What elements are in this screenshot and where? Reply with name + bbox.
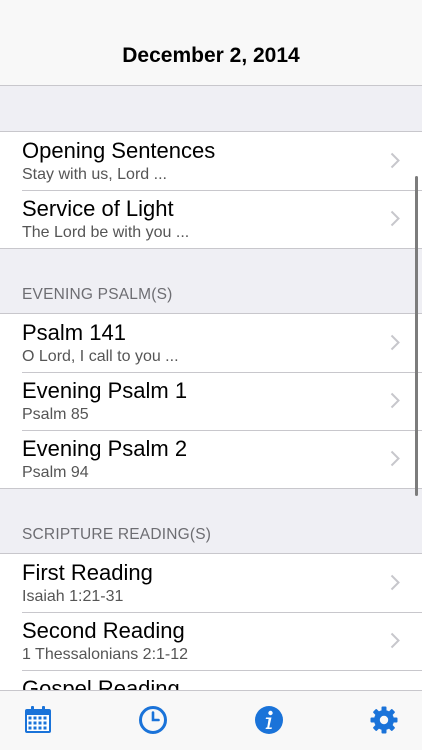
row-subtitle: The Lord be with you ... (22, 224, 190, 241)
row-service-of-light[interactable]: Service of Light The Lord be with you ..… (0, 190, 422, 248)
row-title: Psalm 141 (22, 320, 126, 345)
page-title: December 2, 2014 (122, 44, 300, 67)
row-subtitle: Psalm 94 (22, 464, 89, 481)
row-second-reading[interactable]: Second Reading 1 Thessalonians 2:1-12 (0, 612, 422, 670)
chevron-right-icon (390, 334, 400, 351)
gear-icon (370, 706, 398, 734)
row-opening-sentences[interactable]: Opening Sentences Stay with us, Lord ... (0, 132, 422, 190)
vertical-scrollbar[interactable] (415, 176, 418, 496)
row-title: Opening Sentences (22, 138, 216, 163)
row-subtitle: O Lord, I call to you ... (22, 348, 179, 365)
table-view[interactable]: Opening Sentences Stay with us, Lord ...… (0, 86, 422, 690)
row-subtitle: Psalm 85 (22, 406, 89, 423)
row-first-reading[interactable]: First Reading Isaiah 1:21-31 (0, 554, 422, 612)
chevron-right-icon (390, 450, 400, 467)
calendar-icon (25, 706, 51, 733)
tab-bar (0, 690, 422, 750)
section-scripture: First Reading Isaiah 1:21-31 Second Read… (0, 553, 422, 690)
chevron-right-icon (390, 210, 400, 227)
row-title: Service of Light (22, 196, 174, 221)
row-evening-psalm-2[interactable]: Evening Psalm 2 Psalm 94 (0, 430, 422, 488)
section-opening: Opening Sentences Stay with us, Lord ...… (0, 131, 422, 249)
section-psalms: Psalm 141 O Lord, I call to you ... Even… (0, 313, 422, 489)
tab-calendar[interactable] (23, 705, 53, 735)
chevron-right-icon (390, 632, 400, 649)
row-title: Gospel Reading (22, 676, 180, 690)
row-evening-psalm-1[interactable]: Evening Psalm 1 Psalm 85 (0, 372, 422, 430)
row-title: Second Reading (22, 618, 185, 643)
chevron-right-icon (390, 392, 400, 409)
info-icon (255, 706, 283, 734)
screen: December 2, 2014 Opening Sentences Stay … (0, 0, 422, 750)
row-subtitle: Stay with us, Lord ... (22, 166, 167, 183)
clock-icon (139, 706, 167, 734)
row-subtitle: Isaiah 1:21-31 (22, 588, 124, 605)
row-title: First Reading (22, 560, 153, 585)
tab-info[interactable] (254, 705, 284, 735)
section-header-scripture: SCRIPTURE READING(S) (22, 526, 212, 543)
navigation-bar: December 2, 2014 (0, 0, 422, 86)
tab-clock[interactable] (138, 705, 168, 735)
chevron-right-icon (390, 574, 400, 591)
row-title: Evening Psalm 2 (22, 436, 188, 461)
row-title: Evening Psalm 1 (22, 378, 188, 403)
row-subtitle: 1 Thessalonians 2:1-12 (22, 646, 189, 663)
row-psalm-141[interactable]: Psalm 141 O Lord, I call to you ... (0, 314, 422, 372)
tab-settings[interactable] (369, 705, 399, 735)
section-header-psalms: EVENING PSALM(S) (22, 286, 173, 303)
row-gospel-reading[interactable]: Gospel Reading (0, 670, 422, 690)
chevron-right-icon (390, 152, 400, 169)
